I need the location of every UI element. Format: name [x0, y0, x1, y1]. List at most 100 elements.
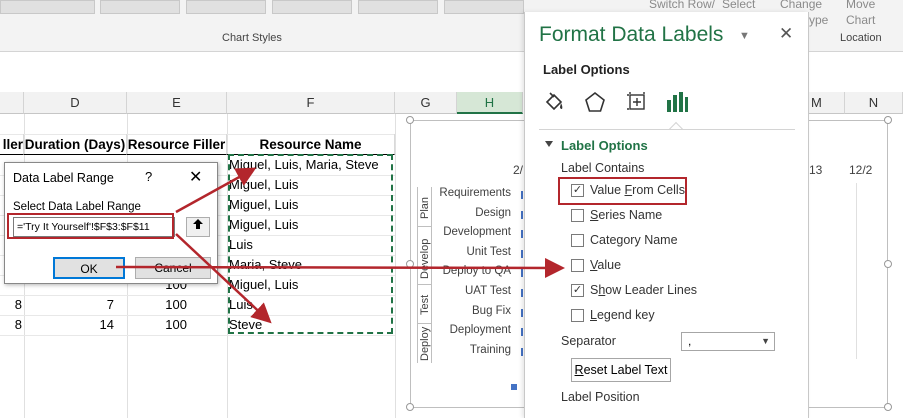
task-bar — [521, 230, 523, 239]
select-data-button[interactable]: Select — [722, 0, 755, 11]
table-header[interactable]: Resource Filler — [127, 134, 227, 155]
task-label: Requirements — [439, 187, 511, 199]
table-cell[interactable]: 100 — [127, 295, 187, 315]
label-option-text: Category Name — [590, 233, 678, 247]
task-label: Development — [443, 226, 511, 239]
column-header-n[interactable]: N — [845, 92, 903, 114]
task-bar — [521, 210, 523, 219]
task-label: UAT Test — [464, 285, 511, 297]
chart-style-thumb[interactable] — [0, 0, 95, 14]
task-bar — [521, 347, 523, 356]
chart-resize-handle[interactable] — [884, 260, 892, 268]
label-option-text: Legend key — [590, 308, 655, 322]
table-cell[interactable]: 8 — [0, 295, 22, 315]
checkbox-unchecked-icon[interactable] — [571, 209, 584, 222]
table-cell[interactable]: 14 — [24, 315, 114, 335]
label-option-text-part: alue — [597, 258, 622, 272]
table-cell[interactable]: 7 — [24, 295, 114, 315]
chart-style-thumb[interactable] — [100, 0, 180, 14]
pane-options-dropdown[interactable]: ▼ — [739, 30, 750, 42]
label-option-text: Show Leader Lines — [590, 283, 697, 297]
select-range-label: Select Data Label Range — [13, 201, 141, 213]
column-header-g[interactable]: G — [395, 92, 457, 114]
column-header-h[interactable]: H — [457, 92, 523, 114]
chart-gridline — [856, 183, 857, 359]
table-header[interactable]: Duration (Days) — [24, 134, 127, 155]
section-collapse-icon[interactable] — [545, 141, 553, 147]
task-bar — [521, 308, 523, 317]
chart-resize-handle[interactable] — [406, 260, 414, 268]
close-icon[interactable]: ✕ — [779, 24, 793, 44]
task-bar — [521, 249, 523, 258]
task-label: Design — [475, 206, 511, 219]
column-header-f[interactable]: F — [227, 92, 395, 114]
checkbox-unchecked-icon[interactable] — [571, 234, 584, 247]
task-bar — [521, 289, 523, 297]
close-icon[interactable]: ✕ — [189, 167, 202, 187]
change-chart-type-label: ype — [809, 13, 829, 27]
chart-styles-group-label: Chart Styles — [222, 32, 282, 44]
arrow-up-icon — [193, 219, 203, 229]
move-chart-label: Chart — [846, 13, 876, 27]
change-chart-type-button[interactable]: Change — [780, 0, 822, 11]
size-properties-icon[interactable] — [625, 90, 649, 114]
label-option-text-part: Category Name — [590, 233, 678, 247]
collapse-dialog-button[interactable] — [186, 217, 210, 237]
effects-icon[interactable] — [583, 90, 607, 114]
task-label: Unit Test — [466, 245, 511, 258]
chart-style-thumb[interactable] — [186, 0, 266, 14]
checkbox-unchecked-icon[interactable] — [571, 309, 584, 322]
label-option-text-part: ow Leader Lines — [605, 283, 698, 297]
switch-row-button[interactable]: Switch Row/ — [649, 0, 715, 11]
label-option-text: Series Name — [590, 208, 662, 222]
column-header-c[interactable] — [0, 92, 24, 114]
chart-style-thumb[interactable] — [272, 0, 352, 14]
separator-dropdown[interactable]: , ▼ — [681, 332, 775, 351]
pane-title: Format Data Labels — [539, 23, 724, 46]
separator-label: Separator — [561, 334, 616, 348]
range-highlight — [7, 213, 174, 239]
chart-date-label: 13 — [809, 163, 823, 177]
move-chart-button[interactable]: Move — [846, 0, 875, 11]
pane-subtitle[interactable]: Label Options — [543, 62, 630, 77]
checkbox-checked-icon[interactable]: ✓ — [571, 284, 584, 297]
task-label: Training — [469, 343, 511, 356]
label-position-heading[interactable]: Label Position — [561, 390, 640, 404]
ok-button[interactable]: OK — [53, 257, 125, 279]
cancel-button[interactable]: Cancel — [135, 257, 211, 279]
value-from-cells-highlight — [558, 177, 687, 205]
chart-resize-handle[interactable] — [884, 403, 892, 411]
dialog-title: Data Label Range — [13, 171, 114, 185]
tab-divider — [539, 129, 795, 130]
table-cell[interactable]: 8 — [0, 315, 22, 335]
chevron-down-icon: ▼ — [761, 336, 770, 346]
grid-line — [395, 114, 396, 418]
fill-line-icon[interactable] — [543, 90, 567, 114]
help-button[interactable]: ? — [145, 169, 152, 184]
column-header-e[interactable]: E — [127, 92, 227, 114]
location-group-label: Location — [840, 32, 882, 44]
chart-resize-handle[interactable] — [406, 116, 414, 124]
chart-resize-handle[interactable] — [884, 116, 892, 124]
column-header-d[interactable]: D — [24, 92, 127, 114]
label-options-icon[interactable] — [665, 90, 689, 114]
reset-label: eset Label Text — [583, 363, 668, 377]
chart-date-label: 2/ — [513, 163, 524, 177]
label-option-text-part: eries Name — [598, 208, 663, 222]
column-header-m[interactable]: M — [809, 92, 845, 114]
grid-line — [0, 335, 395, 336]
table-header[interactable]: Resource Name — [227, 134, 395, 155]
separator-value: , — [688, 334, 692, 348]
chart-date-label: 12/2 — [849, 163, 873, 177]
label-option-text-part: egend key — [596, 308, 655, 322]
table-cell[interactable]: 100 — [127, 315, 187, 335]
reset-label-text-button[interactable]: Reset Label Text — [571, 358, 671, 382]
format-data-labels-pane: Format Data Labels ▼ ✕ Label Options Lab… — [524, 12, 809, 418]
table-header[interactable]: ller — [0, 134, 24, 155]
checkbox-unchecked-icon[interactable] — [571, 259, 584, 272]
chart-resize-handle[interactable] — [406, 403, 414, 411]
section-label-options[interactable]: Label Options — [561, 138, 648, 153]
chart-style-thumb[interactable] — [444, 0, 524, 14]
chart-style-thumb[interactable] — [358, 0, 438, 14]
task-label: Deployment — [449, 324, 511, 337]
